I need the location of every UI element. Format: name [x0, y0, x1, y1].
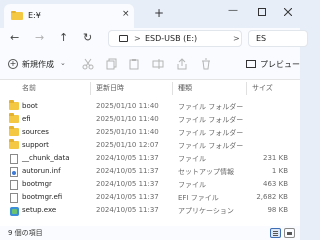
breadcrumb-drive[interactable]: ESD-USB (E:): [145, 34, 197, 43]
folder-icon: [9, 139, 19, 149]
details-view-button[interactable]: [270, 228, 281, 238]
file-icon: [10, 154, 18, 164]
list-item[interactable]: bootmgr 2024/10/05 11:37 ファイル 463 KB: [0, 179, 300, 191]
plus-icon: +: [8, 59, 18, 69]
column-header-type[interactable]: 種類: [178, 83, 192, 93]
preview-label: プレビュー: [260, 60, 300, 69]
folder-icon: [9, 126, 19, 136]
tab-drive-e[interactable]: E:¥ ×: [4, 4, 134, 28]
app-icon: [10, 207, 19, 216]
folder-icon: [9, 100, 19, 110]
tab-strip: E:¥ × + —: [0, 0, 300, 28]
file-list: 名前 更新日時 種類 サイズ boot 2025/01/10 11:40 ファイ…: [0, 80, 300, 226]
folder-icon: [11, 11, 23, 20]
refresh-button[interactable]: ↻: [83, 31, 92, 44]
back-button[interactable]: ←: [10, 31, 19, 44]
list-item[interactable]: autorun.inf 2024/10/05 11:37 セットアップ情報 1 …: [0, 166, 300, 178]
list-item[interactable]: sources 2025/01/10 11:40 ファイル フォルダー: [0, 126, 300, 139]
paste-icon[interactable]: [128, 58, 140, 70]
search-input[interactable]: ES: [248, 30, 308, 47]
cut-icon[interactable]: [82, 58, 94, 70]
delete-icon[interactable]: [200, 58, 212, 70]
maximize-icon[interactable]: [258, 8, 266, 16]
status-bar: 9 個の項目: [0, 226, 300, 240]
settings-file-icon: [10, 167, 18, 177]
item-count: 9 個の項目: [8, 229, 43, 237]
tab-title: E:¥: [28, 11, 41, 20]
column-header-date[interactable]: 更新日時: [96, 83, 124, 93]
new-tab-button[interactable]: +: [154, 6, 164, 20]
share-icon[interactable]: [176, 58, 188, 70]
tiles-view-button[interactable]: [284, 228, 295, 238]
column-divider[interactable]: [172, 82, 173, 95]
search-text: ES: [256, 34, 267, 43]
preview-pane-icon: [246, 60, 256, 68]
rename-icon[interactable]: [152, 58, 164, 70]
list-item[interactable]: __chunk_data 2024/10/05 11:37 ファイル 231 K…: [0, 153, 300, 165]
file-icon: [10, 193, 18, 203]
list-item[interactable]: setup.exe 2024/10/05 11:37 アプリケーション 98 K…: [0, 205, 300, 217]
folder-icon: [9, 113, 19, 123]
copy-icon[interactable]: [106, 58, 118, 70]
close-window-icon[interactable]: [284, 8, 292, 16]
new-button-label: 新規作成: [22, 60, 54, 69]
list-item[interactable]: boot 2025/01/10 11:40 ファイル フォルダー: [0, 100, 300, 113]
column-header-row: 名前 更新日時 種類 サイズ: [0, 80, 300, 98]
file-icon: [10, 180, 18, 190]
breadcrumb-chevron-icon[interactable]: >: [134, 34, 141, 43]
breadcrumb-chevron-icon[interactable]: >: [233, 34, 240, 43]
minimize-button[interactable]: —: [228, 5, 238, 16]
close-tab-icon[interactable]: ×: [122, 9, 130, 19]
this-pc-icon: [119, 35, 128, 42]
column-header-size[interactable]: サイズ: [252, 83, 273, 93]
list-item[interactable]: support 2025/01/10 12:07 ファイル フォルダー: [0, 139, 300, 152]
list-item[interactable]: bootmgr.efi 2024/10/05 11:37 EFI ファイル 2,…: [0, 192, 300, 204]
list-item[interactable]: efi 2025/01/10 11:40 ファイル フォルダー: [0, 113, 300, 126]
column-divider[interactable]: [90, 82, 91, 95]
address-bar[interactable]: > ESD-USB (E:) >: [108, 30, 242, 47]
up-button[interactable]: ↑: [59, 31, 68, 44]
command-bar: + 新規作成 ⌄ プレビュー: [0, 50, 300, 80]
column-header-name[interactable]: 名前: [22, 83, 36, 93]
chevron-down-icon: ⌄: [60, 59, 66, 67]
navigation-bar: ← → ↑ ↻ > ESD-USB (E:) > ES: [0, 28, 308, 50]
column-divider[interactable]: [246, 82, 247, 95]
forward-button[interactable]: →: [35, 31, 44, 44]
